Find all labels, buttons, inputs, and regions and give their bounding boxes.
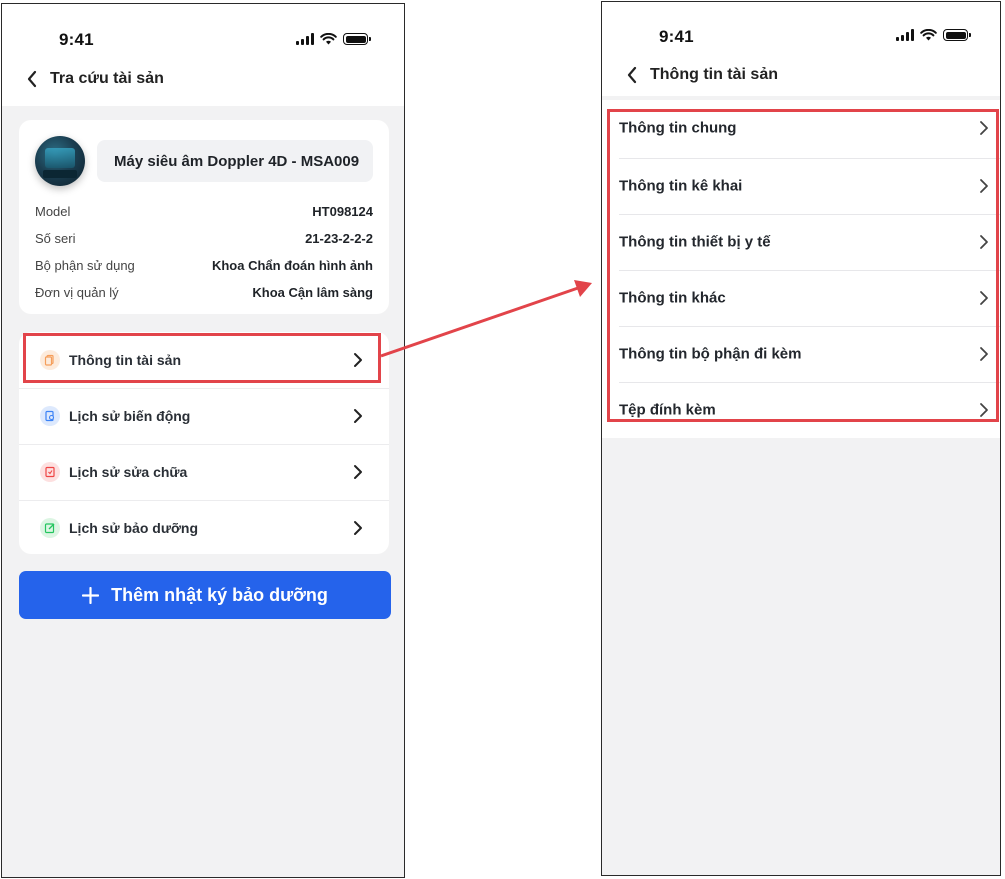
asset-header: Máy siêu âm Doppler 4D - MSA009 bbox=[35, 136, 373, 186]
menu-item-maintenance-history[interactable]: Lịch sử bảo dưỡng bbox=[19, 500, 389, 556]
list-item-attachments[interactable]: Tệp đính kèm bbox=[602, 382, 1000, 438]
field-value: HT098124 bbox=[312, 204, 373, 219]
status-icons bbox=[296, 33, 371, 45]
list-item-label: Thông tin kê khai bbox=[619, 177, 743, 195]
list-item-label: Thông tin chung bbox=[619, 119, 737, 137]
cellular-signal-icon bbox=[296, 33, 314, 45]
repair-document-icon bbox=[40, 462, 60, 482]
field-label: Bộ phận sử dụng bbox=[35, 258, 135, 273]
chevron-right-icon bbox=[354, 521, 362, 535]
menu-item-label: Lịch sử bảo dưỡng bbox=[69, 520, 199, 536]
list-item-declaration-info[interactable]: Thông tin kê khai bbox=[602, 158, 1000, 214]
asset-avatar bbox=[35, 136, 85, 186]
battery-icon bbox=[943, 29, 971, 41]
top-bar: 9:41 Thông tin tài sản bbox=[602, 2, 1000, 96]
asset-field-management-unit: Đơn vị quản lý Khoa Cận lâm sàng bbox=[35, 285, 373, 300]
chevron-right-icon bbox=[980, 121, 988, 135]
chevron-right-icon bbox=[980, 291, 988, 305]
document-icon bbox=[40, 350, 60, 370]
chevron-right-icon bbox=[980, 235, 988, 249]
menu-item-label: Lịch sử sửa chữa bbox=[69, 464, 188, 480]
list-item-medical-device-info[interactable]: Thông tin thiết bị y tế bbox=[602, 214, 1000, 270]
back-button[interactable]: Thông tin tài sản bbox=[626, 66, 778, 84]
asset-field-serial: Số seri 21-23-2-2-2 bbox=[35, 231, 373, 246]
asset-field-model: Model HT098124 bbox=[35, 204, 373, 219]
field-label: Đơn vị quản lý bbox=[35, 285, 119, 300]
field-label: Số seri bbox=[35, 231, 76, 246]
chevron-left-icon bbox=[627, 66, 637, 84]
status-time: 9:41 bbox=[59, 30, 94, 49]
list-item-label: Thông tin khác bbox=[619, 289, 726, 307]
field-label: Model bbox=[35, 204, 71, 219]
field-value: 21-23-2-2-2 bbox=[305, 231, 373, 246]
field-value: Khoa Chẩn đoán hình ảnh bbox=[211, 258, 373, 273]
wifi-icon bbox=[320, 33, 337, 45]
list-item-label: Thông tin thiết bị y tế bbox=[619, 233, 771, 251]
list-item-label: Thông tin bộ phận đi kèm bbox=[619, 345, 802, 363]
search-document-icon bbox=[40, 406, 60, 426]
menu-item-asset-info[interactable]: Thông tin tài sản bbox=[19, 332, 389, 388]
asset-field-department: Bộ phận sử dụng Khoa Chẩn đoán hình ảnh bbox=[35, 258, 373, 273]
asset-info-list: Thông tin chung Thông tin kê khai Thông … bbox=[602, 100, 1000, 438]
back-button[interactable]: Tra cứu tài sản bbox=[26, 70, 164, 88]
plus-icon bbox=[82, 586, 100, 604]
field-value: Khoa Cận lâm sàng bbox=[252, 285, 373, 300]
chevron-right-icon bbox=[980, 347, 988, 361]
list-item-other-info[interactable]: Thông tin khác bbox=[602, 270, 1000, 326]
menu-item-change-history[interactable]: Lịch sử biến động bbox=[19, 388, 389, 444]
status-icons bbox=[896, 29, 971, 41]
chevron-right-icon bbox=[354, 409, 362, 423]
list-item-general-info[interactable]: Thông tin chung bbox=[602, 100, 1000, 156]
list-item-label: Tệp đính kèm bbox=[619, 401, 716, 419]
menu-item-label: Lịch sử biến động bbox=[69, 408, 191, 424]
asset-name: Máy siêu âm Doppler 4D - MSA009 bbox=[97, 140, 373, 182]
status-time: 9:41 bbox=[659, 27, 694, 46]
cellular-signal-icon bbox=[896, 29, 914, 41]
battery-icon bbox=[343, 33, 371, 45]
asset-lookup-screen: 9:41 Tra cứu tài sản Máy siêu âm Doppler… bbox=[1, 3, 405, 878]
page-title: Tra cứu tài sản bbox=[50, 70, 164, 87]
top-bar: 9:41 Tra cứu tài sản bbox=[2, 4, 404, 106]
page-title: Thông tin tài sản bbox=[650, 66, 778, 83]
chevron-right-icon bbox=[980, 403, 988, 417]
edit-document-icon bbox=[40, 518, 60, 538]
chevron-right-icon bbox=[354, 465, 362, 479]
chevron-right-icon bbox=[980, 179, 988, 193]
wifi-icon bbox=[920, 29, 937, 41]
asset-menu: Thông tin tài sản Lịch sử biến động Lịch… bbox=[19, 332, 389, 554]
chevron-right-icon bbox=[354, 353, 362, 367]
button-label: Thêm nhật ký bảo dưỡng bbox=[111, 584, 328, 605]
asset-info-screen: 9:41 Thông tin tài sản Thông tin chung T… bbox=[601, 1, 1001, 876]
menu-item-label: Thông tin tài sản bbox=[69, 352, 181, 368]
list-item-accessory-info[interactable]: Thông tin bộ phận đi kèm bbox=[602, 326, 1000, 382]
chevron-left-icon bbox=[27, 70, 37, 88]
add-maintenance-log-button[interactable]: Thêm nhật ký bảo dưỡng bbox=[19, 571, 391, 619]
asset-card: Máy siêu âm Doppler 4D - MSA009 Model HT… bbox=[19, 120, 389, 314]
menu-item-repair-history[interactable]: Lịch sử sửa chữa bbox=[19, 444, 389, 500]
